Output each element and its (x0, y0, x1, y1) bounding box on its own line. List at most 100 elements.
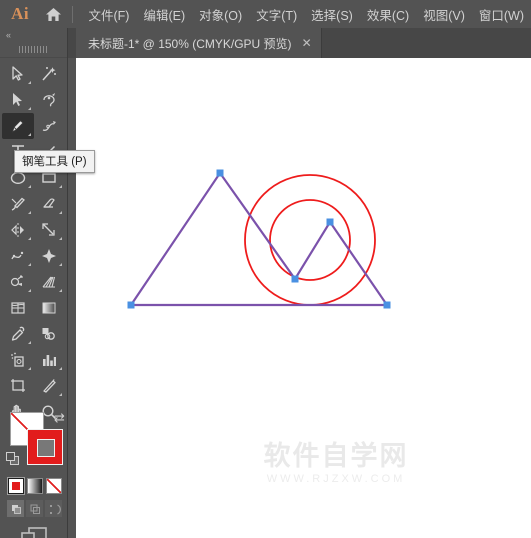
direct-select-arrow-icon (12, 93, 22, 106)
arrow-cursor-icon (12, 66, 23, 81)
mesh-tool[interactable] (2, 295, 34, 321)
artboard-tool[interactable] (2, 373, 34, 399)
screen-mode-icon (21, 527, 47, 538)
flyout-triangle-icon (27, 341, 31, 344)
gradient-mode-button[interactable] (27, 478, 43, 494)
anchor-peak[interactable] (326, 218, 334, 226)
menu-edit[interactable]: 编辑(E) (136, 2, 192, 27)
menu-view[interactable]: 视图(V) (416, 2, 472, 27)
slice-tool[interactable] (34, 373, 66, 399)
anchor-bottom-left[interactable] (127, 301, 135, 309)
scale-icon (42, 223, 55, 236)
pen-tool[interactable] (2, 113, 34, 139)
paintbrush-icon (11, 197, 25, 211)
draw-mode-row (7, 500, 68, 517)
shape-builder-icon (10, 275, 23, 287)
pen-icon (11, 120, 24, 133)
outer-circle[interactable] (244, 174, 376, 306)
warp-tool[interactable] (2, 243, 34, 269)
menu-window[interactable]: 窗口(W) (472, 2, 531, 27)
document-tab-title: 未标题-1* @ 150% (CMYK/GPU 预览) (88, 36, 292, 51)
stroke-swatch[interactable] (27, 429, 63, 465)
blend-icon (42, 328, 56, 340)
flyout-triangle-icon (27, 107, 31, 110)
anchor-valley[interactable] (291, 275, 299, 283)
free-transform-icon (42, 249, 57, 263)
flyout-triangle-icon (27, 211, 31, 214)
flyout-triangle-icon (27, 133, 31, 136)
column-graph-tool[interactable] (34, 347, 66, 373)
draw-behind-icon (30, 504, 40, 514)
swap-arrow-icon[interactable]: ⇄ (54, 410, 65, 426)
mesh-icon (11, 302, 25, 314)
anchor-bottom-right[interactable] (383, 301, 391, 309)
slice-knife-icon (43, 379, 56, 393)
draw-inside-button[interactable] (45, 500, 62, 517)
flyout-triangle-icon (59, 237, 62, 240)
collapse-panel-button[interactable]: « (0, 28, 67, 42)
symbol-sprayer-icon (10, 352, 24, 367)
eyedropper-icon (11, 326, 24, 341)
menu-object[interactable]: 对象(O) (192, 2, 249, 27)
selection-tool[interactable] (2, 61, 34, 87)
menu-type[interactable]: 文字(T) (249, 2, 304, 27)
magic-wand-tool[interactable] (34, 61, 66, 87)
reflect-icon (10, 223, 24, 237)
perspective-grid-icon (42, 276, 56, 288)
warp-icon (11, 251, 23, 260)
stroke-swatch-inner (37, 439, 55, 457)
document-tab-bar: 未标题-1* @ 150% (CMYK/GPU 预览) ✕ (0, 28, 531, 58)
menu-effect[interactable]: 效果(C) (360, 2, 416, 27)
draw-inside-icon (49, 503, 61, 515)
curvature-pen-icon (43, 121, 57, 131)
anchor-apex[interactable] (216, 169, 224, 177)
lasso-icon (43, 93, 56, 107)
artboard-icon (10, 379, 25, 392)
reflect-tool[interactable] (2, 217, 34, 243)
eraser-tool[interactable] (34, 191, 66, 217)
inner-circle[interactable] (269, 199, 351, 281)
flyout-triangle-icon (59, 211, 62, 214)
menu-divider (71, 5, 73, 23)
lasso-tool[interactable] (34, 87, 66, 113)
panel-drag-handle[interactable] (0, 42, 67, 58)
flyout-triangle-icon (27, 237, 31, 240)
perspective-grid-tool[interactable] (34, 269, 66, 295)
change-screen-mode-button[interactable] (0, 527, 68, 538)
menu-select[interactable]: 选择(S) (304, 2, 360, 27)
close-icon[interactable]: ✕ (302, 36, 312, 50)
eyedropper-tool[interactable] (2, 321, 34, 347)
draw-normal-button[interactable] (7, 500, 24, 517)
artboard-canvas[interactable]: 软件自学网 WWW.RJZXW.COM (76, 58, 531, 538)
grip-dots-icon (18, 46, 49, 53)
bar-graph-icon (43, 355, 57, 366)
blend-tool[interactable] (34, 321, 66, 347)
gradient-icon (42, 302, 56, 314)
shape-builder-tool[interactable] (2, 269, 34, 295)
document-tab[interactable]: 未标题-1* @ 150% (CMYK/GPU 预览) ✕ (76, 28, 322, 58)
default-fill-stroke-icon[interactable] (6, 452, 19, 465)
flyout-triangle-icon (27, 289, 31, 292)
paintbrush-tool[interactable] (2, 191, 34, 217)
home-button[interactable] (40, 7, 67, 22)
flyout-triangle-icon (59, 289, 62, 292)
draw-behind-button[interactable] (26, 500, 43, 517)
zigzag-open-path[interactable] (130, 171, 390, 307)
color-mode-row (7, 477, 68, 495)
home-icon (45, 7, 62, 22)
gradient-tool[interactable] (34, 295, 66, 321)
flyout-triangle-icon (59, 393, 62, 396)
free-transform-tool[interactable] (34, 243, 66, 269)
magic-wand-icon (42, 67, 57, 81)
draw-normal-icon (11, 504, 21, 514)
flyout-triangle-icon (27, 263, 31, 266)
scale-tool[interactable] (34, 217, 66, 243)
flyout-triangle-icon (27, 185, 31, 188)
symbol-sprayer-tool[interactable] (2, 347, 34, 373)
direct-selection-tool[interactable] (2, 87, 34, 113)
curvature-tool[interactable] (34, 113, 66, 139)
menu-file[interactable]: 文件(F) (82, 2, 137, 27)
color-mode-button[interactable] (7, 477, 25, 495)
none-mode-button[interactable] (46, 478, 62, 494)
flyout-triangle-icon (59, 367, 62, 370)
